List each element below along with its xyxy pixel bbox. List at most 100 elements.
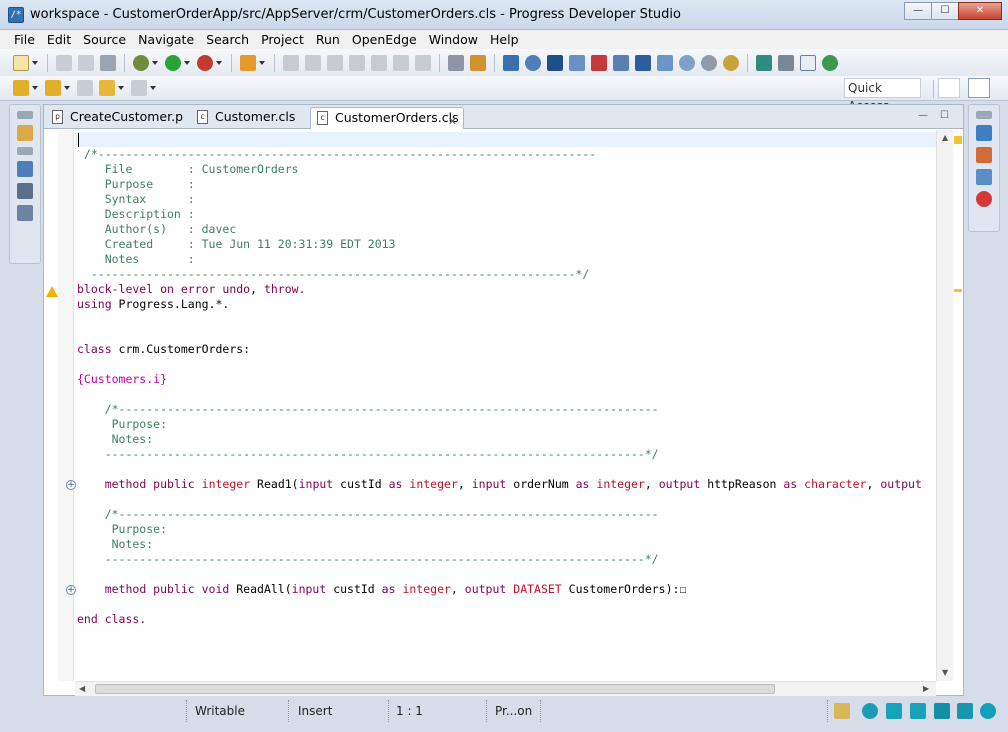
- tab-customerorders[interactable]: c CustomerOrders.cls ✕: [310, 107, 464, 129]
- vertical-scrollbar[interactable]: ▲ ▼: [936, 130, 953, 681]
- back-icon[interactable]: [99, 80, 115, 96]
- code-line[interactable]: File : CustomerOrders: [77, 162, 299, 177]
- globe-icon[interactable]: [980, 703, 996, 719]
- code-line[interactable]: {Customers.i}: [77, 372, 167, 387]
- search-icon[interactable]: [525, 54, 541, 71]
- code-line[interactable]: Purpose:: [77, 522, 167, 537]
- database-icon[interactable]: [756, 54, 772, 71]
- report-icon[interactable]: [591, 54, 607, 71]
- tasks-icon[interactable]: [976, 169, 992, 185]
- status-progress[interactable]: Pr...on: [495, 700, 532, 722]
- menu-file[interactable]: File: [8, 32, 41, 47]
- code-line[interactable]: ----------------------------------------…: [77, 267, 590, 282]
- publish-icon[interactable]: [723, 54, 739, 71]
- code-line[interactable]: /*--------------------------------------…: [77, 147, 596, 162]
- code-line[interactable]: Purpose:: [77, 417, 167, 432]
- overview-warning-marker[interactable]: [954, 289, 962, 292]
- minimize-button[interactable]: —: [904, 2, 932, 20]
- code-line[interactable]: ----------------------------------------…: [77, 447, 659, 462]
- restore-icon[interactable]: [17, 147, 33, 155]
- close-button[interactable]: ✕: [958, 2, 1002, 20]
- overview-status-icon[interactable]: [954, 136, 962, 144]
- restore-icon[interactable]: [976, 111, 992, 119]
- code-line[interactable]: block-level on error undo, throw.: [77, 282, 306, 297]
- menu-navigate[interactable]: Navigate: [132, 32, 200, 47]
- open-perspective-icon[interactable]: [938, 78, 960, 98]
- run-icon[interactable]: [165, 54, 181, 71]
- chevron-down-icon[interactable]: [118, 86, 124, 90]
- project-explorer-icon[interactable]: [17, 125, 33, 141]
- format-icon[interactable]: [448, 54, 464, 71]
- print-icon[interactable]: [100, 54, 116, 71]
- menu-edit[interactable]: Edit: [41, 32, 77, 47]
- maximize-editor-icon[interactable]: ☐: [940, 110, 952, 121]
- code-line[interactable]: ----------------------------------------…: [77, 552, 659, 567]
- network-icon[interactable]: [910, 703, 926, 719]
- table-icon[interactable]: [17, 205, 33, 221]
- code-line[interactable]: method public integer Read1(input custId…: [77, 477, 922, 492]
- oe-perspective-icon[interactable]: [968, 78, 990, 98]
- code-line[interactable]: /*--------------------------------------…: [77, 507, 659, 522]
- close-tab-icon[interactable]: ✕: [448, 112, 457, 132]
- eye-icon[interactable]: [862, 703, 878, 719]
- menu-search[interactable]: Search: [200, 32, 255, 47]
- minimize-editor-icon[interactable]: —: [918, 110, 930, 121]
- tools-icon[interactable]: [470, 54, 486, 71]
- horizontal-scroll-thumb[interactable]: [95, 684, 775, 694]
- menu-openedge[interactable]: OpenEdge: [346, 32, 423, 47]
- save-icon[interactable]: [56, 54, 72, 71]
- zoom-icon[interactable]: [679, 54, 695, 71]
- code-line[interactable]: using Progress.Lang.*.: [77, 297, 229, 312]
- code-line[interactable]: Purpose :: [77, 177, 195, 192]
- code-line[interactable]: Description :: [77, 207, 195, 222]
- chevron-down-icon[interactable]: [150, 86, 156, 90]
- structure-icon[interactable]: [657, 54, 673, 71]
- save-all-icon[interactable]: [78, 54, 94, 71]
- brush-icon[interactable]: [778, 54, 794, 71]
- code-text-area[interactable]: /*--------------------------------------…: [75, 130, 936, 681]
- previous-annotation-icon[interactable]: [45, 80, 61, 96]
- menu-window[interactable]: Window: [423, 32, 484, 47]
- layout-icon[interactable]: [503, 54, 519, 71]
- quick-access-input[interactable]: Quick Access: [844, 78, 921, 113]
- code-line[interactable]: method public void ReadAll(input custId …: [77, 582, 687, 597]
- hierarchy-icon[interactable]: [17, 183, 33, 199]
- step-over-icon[interactable]: [393, 54, 409, 71]
- code-line[interactable]: Notes:: [77, 537, 154, 552]
- chevron-down-icon[interactable]: [32, 86, 38, 90]
- restore-icon[interactable]: [17, 111, 33, 119]
- code-line[interactable]: Author(s) : davec: [77, 222, 237, 237]
- code-line[interactable]: Notes:: [77, 432, 154, 447]
- menu-project[interactable]: Project: [255, 32, 310, 47]
- step-return-icon[interactable]: [415, 54, 431, 71]
- ampersand-icon[interactable]: [800, 54, 816, 71]
- code-line[interactable]: /*--------------------------------------…: [77, 402, 659, 417]
- chevron-down-icon[interactable]: [259, 60, 265, 65]
- scroll-up-icon[interactable]: ▲: [942, 133, 948, 142]
- debug-icon[interactable]: [133, 54, 149, 71]
- disconnect-icon[interactable]: [349, 54, 365, 71]
- resume-icon[interactable]: [283, 54, 299, 71]
- maximize-button[interactable]: ☐: [931, 2, 959, 20]
- tab-createcustomer[interactable]: p CreateCustomer.p: [46, 107, 183, 129]
- warning-icon[interactable]: [46, 286, 58, 297]
- new-icon[interactable]: [13, 54, 29, 71]
- step-into-icon[interactable]: [371, 54, 387, 71]
- build-icon[interactable]: [240, 54, 256, 71]
- chevron-down-icon[interactable]: [184, 60, 190, 65]
- properties-icon[interactable]: [976, 147, 992, 163]
- code-line[interactable]: Syntax :: [77, 192, 195, 207]
- chevron-down-icon[interactable]: [64, 86, 70, 90]
- scroll-right-icon[interactable]: ▶: [923, 684, 929, 693]
- query-icon[interactable]: [613, 54, 629, 71]
- chevron-down-icon[interactable]: [216, 60, 222, 65]
- problems-icon[interactable]: [976, 191, 992, 207]
- next-annotation-icon[interactable]: [13, 80, 29, 96]
- tab-customer[interactable]: c Customer.cls: [191, 107, 303, 129]
- star-icon[interactable]: [886, 703, 902, 719]
- chevron-down-icon[interactable]: [32, 60, 38, 65]
- menu-run[interactable]: Run: [310, 32, 346, 47]
- folder-icon[interactable]: [957, 703, 973, 719]
- outline-icon[interactable]: [17, 161, 33, 177]
- scroll-left-icon[interactable]: ◀: [79, 684, 85, 693]
